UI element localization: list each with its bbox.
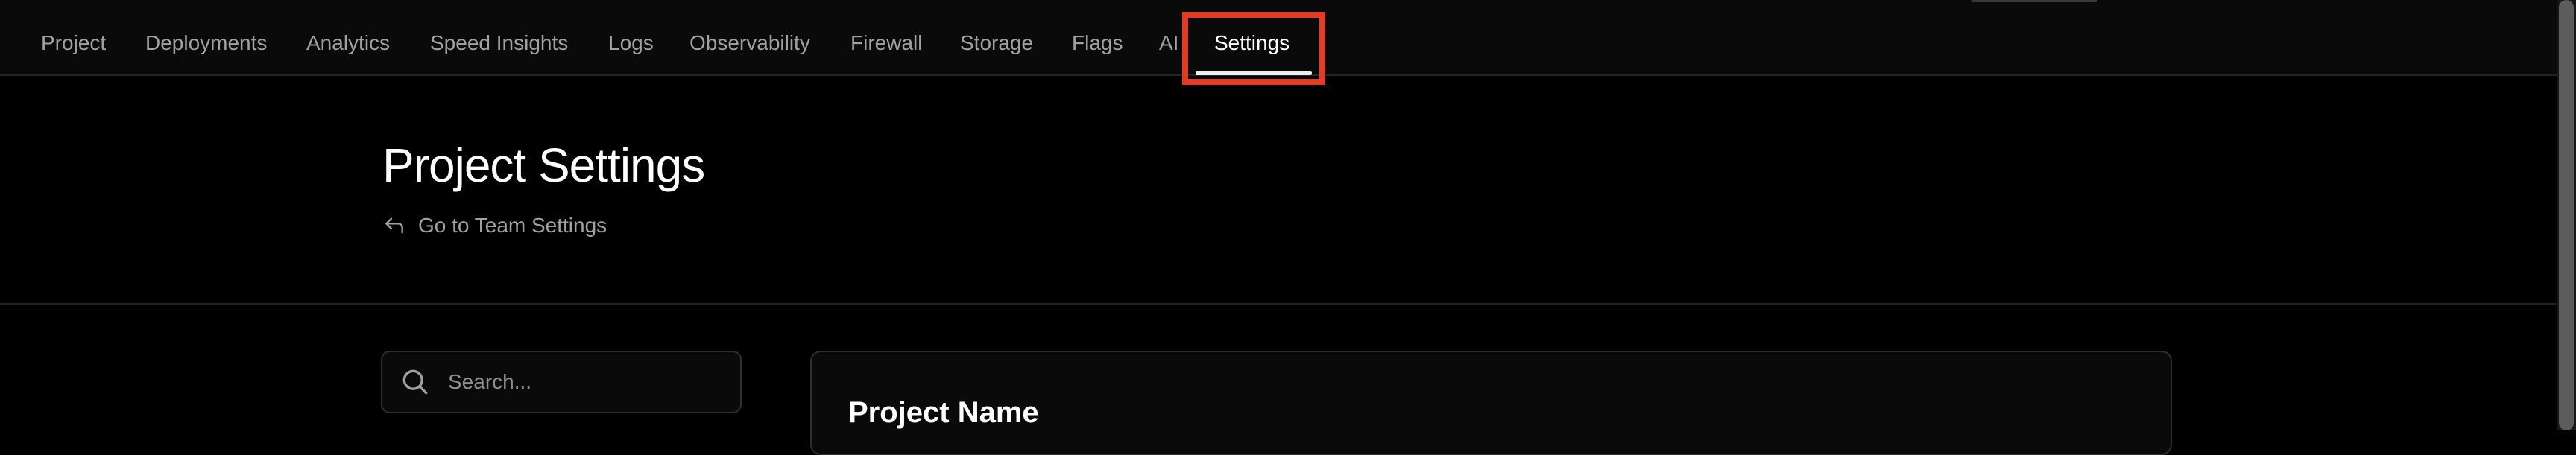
back-link-label: Go to Team Settings xyxy=(418,214,607,237)
nav-tab-speed-insights[interactable]: Speed Insights xyxy=(430,28,568,58)
search-icon xyxy=(402,369,428,395)
arrow-return-left-icon xyxy=(385,217,403,234)
header-divider xyxy=(0,303,2557,305)
go-to-team-settings-link[interactable]: Go to Team Settings xyxy=(382,211,607,241)
nav-tab-deployments[interactable]: Deployments xyxy=(145,28,267,58)
page-title: Project Settings xyxy=(382,139,705,192)
nav-tab-analytics[interactable]: Analytics xyxy=(306,28,390,58)
nav-tab-logs[interactable]: Logs xyxy=(608,28,654,58)
nav-tab-flags[interactable]: Flags xyxy=(1072,28,1123,58)
search-input[interactable] xyxy=(446,369,733,395)
nav-tab-storage[interactable]: Storage xyxy=(960,28,1033,58)
project-name-heading: Project Name xyxy=(848,396,1039,429)
project-name-card: Project Name xyxy=(810,351,2172,455)
settings-search[interactable] xyxy=(381,351,742,413)
nav-tab-firewall[interactable]: Firewall xyxy=(850,28,922,58)
top-navigation: Project Deployments Analytics Speed Insi… xyxy=(0,0,2557,76)
scrollbar-thumb[interactable] xyxy=(2559,0,2574,430)
nav-tab-ai[interactable]: AI xyxy=(1159,28,1178,58)
top-edge-stub xyxy=(1971,0,2097,2)
nav-tab-project[interactable]: Project xyxy=(41,28,106,58)
nav-tab-observability[interactable]: Observability xyxy=(689,28,810,58)
active-tab-indicator xyxy=(1196,71,1312,75)
nav-tab-settings[interactable]: Settings xyxy=(1214,28,1289,58)
